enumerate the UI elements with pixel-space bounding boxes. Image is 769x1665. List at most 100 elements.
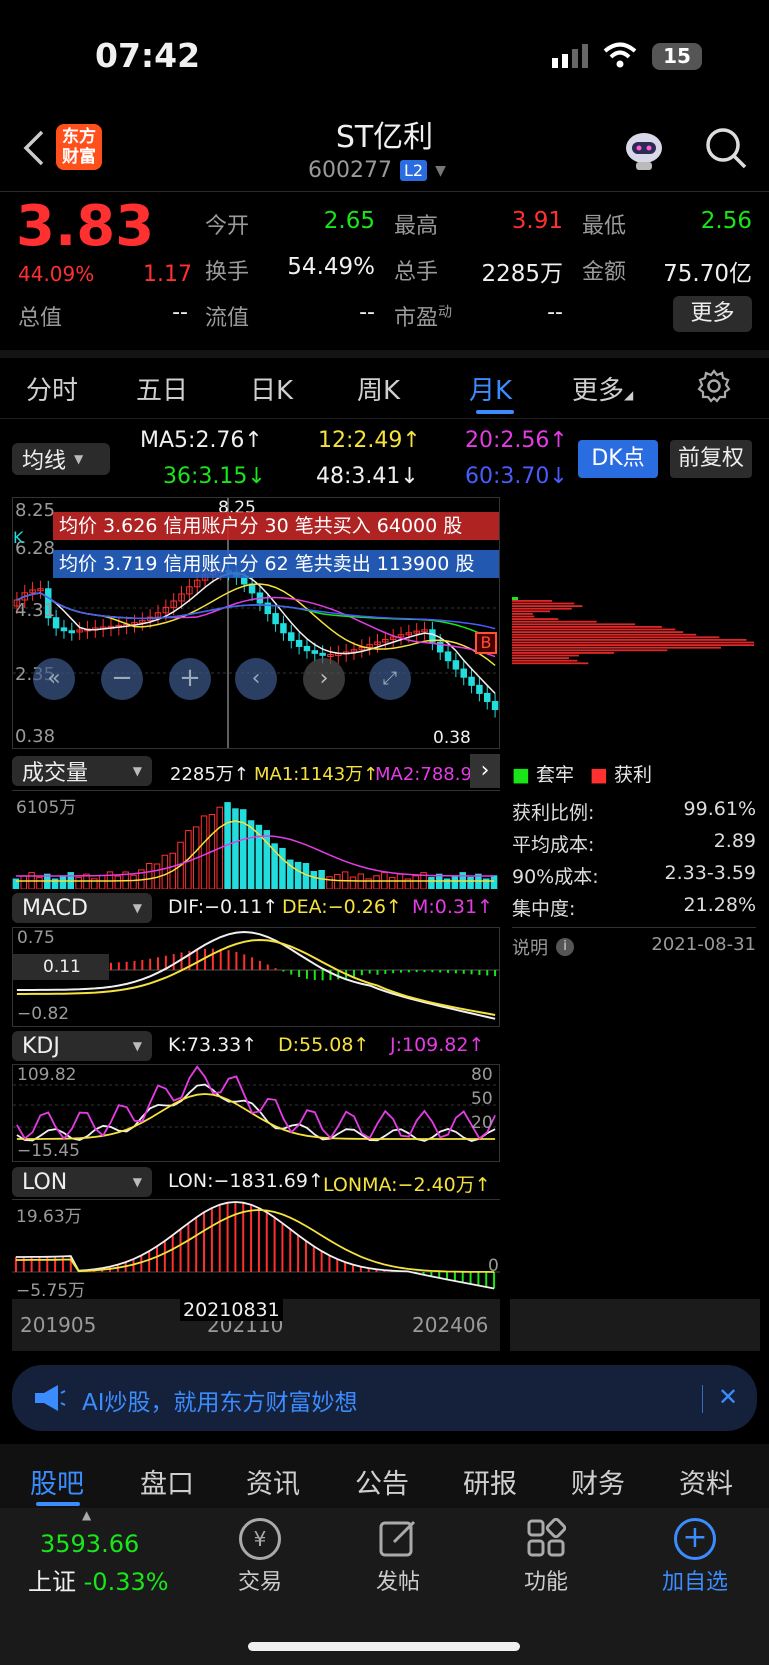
- plus-circle-icon: +: [674, 1518, 716, 1560]
- post-button[interactable]: 发帖: [360, 1518, 436, 1596]
- status-time: 07:42: [95, 36, 201, 75]
- x-axis-fill: [510, 1299, 760, 1351]
- adjust-button[interactable]: 前复权: [670, 440, 752, 478]
- expand-right-button[interactable]: ›: [470, 754, 500, 788]
- tab-rik[interactable]: 日K: [250, 370, 293, 407]
- kline-candle: [460, 668, 467, 678]
- divider: [512, 927, 756, 928]
- tab-pankou[interactable]: 盘口: [140, 1462, 194, 1501]
- fullscreen-button[interactable]: ⤢: [369, 658, 411, 700]
- chip-note[interactable]: 说明 i: [512, 934, 574, 960]
- chip-date: 2021-08-31: [651, 934, 756, 955]
- function-button[interactable]: 功能: [508, 1517, 584, 1596]
- dk-point-button[interactable]: DK点: [578, 440, 658, 478]
- tab-zixun[interactable]: 资讯: [246, 1462, 300, 1501]
- tab-wuri[interactable]: 五日: [136, 370, 188, 407]
- chip-note-label: 说明: [512, 938, 548, 959]
- kdj-y-top: 109.82: [17, 1065, 77, 1085]
- step-right-button[interactable]: ›: [303, 658, 345, 700]
- volume-bar: [59, 875, 67, 890]
- kline-candle: [280, 623, 287, 634]
- tab-caiwu[interactable]: 财务: [571, 1462, 625, 1501]
- kline-candle: [491, 700, 499, 711]
- kdj-ref-50: 50: [471, 1089, 493, 1109]
- high-value: 3.91: [511, 208, 563, 234]
- lon-selector[interactable]: LON ▼: [12, 1167, 152, 1197]
- index-value[interactable]: 3593.66: [40, 1530, 139, 1558]
- kdj-chart[interactable]: 109.82 −15.45 80 50 20: [12, 1064, 500, 1162]
- volume-bar: [36, 876, 43, 890]
- chip-bar-profit: [512, 639, 747, 641]
- tab-yuek[interactable]: 月K: [469, 370, 512, 407]
- chip-row-label: 平均成本:: [512, 834, 595, 856]
- step-left-button[interactable]: ‹: [235, 658, 277, 700]
- index-row[interactable]: 上证 -0.33%: [28, 1562, 169, 1597]
- kline-candle: [288, 632, 295, 641]
- lon-chart[interactable]: 19.63万 −5.75万 0: [12, 1199, 500, 1301]
- chip-bar-profit: [512, 652, 615, 654]
- ma-selector[interactable]: 均线 ▼: [12, 443, 110, 475]
- chip-row: 集中度: 21.28%: [512, 894, 756, 926]
- change-pct: 44.09%: [18, 262, 95, 286]
- volume-ma1-line: [15, 820, 495, 882]
- close-icon[interactable]: ✕: [718, 1383, 738, 1411]
- lonma-value: LONMA:−2.40万↑: [323, 1174, 491, 1196]
- tab-ziliao[interactable]: 资料: [679, 1462, 733, 1501]
- tab-zhouk[interactable]: 周K: [357, 370, 400, 407]
- kline-chart[interactable]: 8.25 6.28 4.31 2.35 0.38 K 8.25 0.38 均价 …: [12, 497, 500, 749]
- legend-firm-label: 套牢: [536, 764, 575, 786]
- kdj-j-line: [16, 1065, 496, 1141]
- ai-ad-banner[interactable]: AI炒股，就用东方财富妙想 ✕: [12, 1365, 757, 1431]
- search-icon[interactable]: [704, 126, 748, 170]
- tab-guba[interactable]: 股吧: [30, 1462, 84, 1501]
- trade-button[interactable]: ¥ 交易: [222, 1518, 298, 1596]
- buy-banner: 均价 3.626 信用账户分 30 笔共买入 64000 股: [53, 512, 499, 540]
- ma12-line: [16, 583, 496, 666]
- volume-bar: [428, 876, 435, 890]
- battery-level: 15: [663, 44, 691, 68]
- function-label: 功能: [523, 1570, 568, 1595]
- volume-bar: [326, 876, 333, 890]
- divider: [0, 418, 769, 419]
- macd-selector[interactable]: MACD ▼: [12, 893, 152, 923]
- scroll-left-fast-button[interactable]: «: [33, 658, 75, 700]
- tab-yanbao[interactable]: 研报: [463, 1462, 517, 1501]
- chip-row-label: 90%成本:: [512, 866, 599, 888]
- more-button[interactable]: 更多: [673, 296, 752, 332]
- lon-line: [15, 1201, 495, 1290]
- tab-gonggao[interactable]: 公告: [355, 1462, 409, 1501]
- stock-code-row[interactable]: 600277 L2 ▼: [308, 158, 446, 183]
- volume-chart[interactable]: 6105万: [12, 790, 500, 890]
- edit-icon: [378, 1518, 418, 1558]
- tab-fenshi[interactable]: 分时: [26, 370, 78, 407]
- x-axis: 201905 202110 202406 20210831: [12, 1299, 500, 1351]
- volume-bar: [373, 875, 380, 890]
- chip-row-value: 21.28%: [683, 894, 756, 916]
- settings-gear-icon[interactable]: [696, 368, 732, 404]
- chip-bar-profit: [512, 620, 597, 623]
- float-value: --: [359, 300, 375, 325]
- ma12-value: 12:2.49↑: [318, 428, 421, 453]
- mcap-label: 总值: [18, 306, 63, 331]
- caret-down-icon: ▼: [132, 1039, 142, 1053]
- chip-bar-profit: [512, 613, 533, 615]
- zoom-in-button[interactable]: +: [169, 658, 211, 700]
- battery-icon: 15: [652, 43, 702, 70]
- volume-bar: [451, 875, 459, 890]
- tab-more[interactable]: 更多◢: [572, 370, 633, 407]
- kdj-selector[interactable]: KDJ ▼: [12, 1031, 152, 1061]
- macd-chart[interactable]: 0.75 −0.82 0.11: [12, 927, 500, 1027]
- chip-bar-profit: [512, 626, 662, 628]
- zoom-out-button[interactable]: −: [101, 658, 143, 700]
- robot-assistant-icon[interactable]: [620, 128, 668, 172]
- kdj-d: D:55.08↑: [278, 1034, 370, 1056]
- tab-active-indicator: [476, 410, 514, 414]
- volume-selector[interactable]: 成交量 ▼: [12, 756, 152, 786]
- kline-candle: [311, 650, 319, 654]
- legend-profit-label: 获利: [614, 764, 653, 786]
- macd-y-bot: −0.82: [17, 1004, 70, 1024]
- chip-bar-profit: [512, 636, 720, 639]
- k-low-mark: 0.38: [433, 728, 471, 748]
- volume-bar: [130, 874, 137, 890]
- add-watchlist-button[interactable]: + 加自选: [652, 1518, 738, 1596]
